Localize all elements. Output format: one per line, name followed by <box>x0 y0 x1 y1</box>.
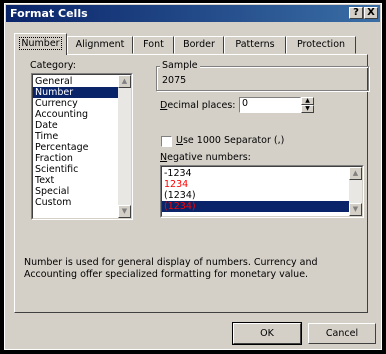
list-item[interactable]: Custom <box>33 197 118 208</box>
tab-number[interactable]: Number <box>14 33 67 55</box>
list-item[interactable]: 1234 <box>162 179 349 190</box>
list-item[interactable]: -1234 <box>162 168 349 179</box>
list-item[interactable]: (1234) <box>162 190 349 201</box>
scroll-up-icon[interactable]: ▲ <box>118 75 131 88</box>
category-label: Category: <box>30 60 76 71</box>
thousands-separator-label: Use 1000 Separator (,) <box>176 135 285 146</box>
list-item[interactable]: Date <box>33 120 118 131</box>
sample-value: 2075 <box>162 75 187 86</box>
negative-numbers-scrollbar[interactable]: ▲ ▼ <box>349 167 362 216</box>
list-item[interactable]: Fraction <box>33 153 118 164</box>
list-item[interactable]: (1234) <box>162 201 349 212</box>
list-item[interactable]: Accounting <box>33 109 118 120</box>
negative-numbers-list[interactable]: -1234 1234 (1234) (1234) ▲ ▼ <box>160 165 364 218</box>
format-cells-dialog: Format Cells ? X Number Alignment Font B… <box>4 3 382 350</box>
category-list[interactable]: General Number Currency Accounting Date … <box>31 73 133 220</box>
list-item[interactable]: Number <box>33 87 118 98</box>
title-bar[interactable]: Format Cells ? X <box>6 5 380 22</box>
tab-patterns[interactable]: Patterns <box>224 36 286 54</box>
list-item[interactable]: Time <box>33 131 118 142</box>
list-item[interactable]: Scientific <box>33 164 118 175</box>
tab-alignment[interactable]: Alignment <box>67 36 133 54</box>
scroll-down-icon[interactable]: ▼ <box>118 205 131 218</box>
thousands-separator-checkbox[interactable] <box>161 136 172 147</box>
decimal-places-label: Decimal places: <box>160 100 236 111</box>
dialog-title: Format Cells <box>10 7 88 20</box>
spin-up-icon[interactable]: ▲ <box>301 97 314 105</box>
list-item[interactable]: Currency <box>33 98 118 109</box>
tab-border[interactable]: Border <box>174 36 224 54</box>
list-item[interactable]: Percentage <box>33 142 118 153</box>
sample-label: Sample <box>160 60 200 71</box>
spin-down-icon[interactable]: ▼ <box>301 105 314 113</box>
format-description: Number is used for general display of nu… <box>24 257 318 280</box>
list-item[interactable]: General <box>33 76 118 87</box>
close-button[interactable]: X <box>364 7 378 19</box>
negative-numbers-label: Negative numbers: <box>160 152 251 163</box>
list-item[interactable]: Text <box>33 175 118 186</box>
cancel-button[interactable]: Cancel <box>308 323 376 344</box>
help-button[interactable]: ? <box>349 7 363 19</box>
scroll-up-icon[interactable]: ▲ <box>349 167 362 180</box>
category-scrollbar[interactable]: ▲ ▼ <box>118 75 131 218</box>
ok-button[interactable]: OK <box>232 322 302 345</box>
list-item[interactable]: Special <box>33 186 118 197</box>
tab-protection[interactable]: Protection <box>286 36 356 54</box>
decimal-places-spinner[interactable]: ▲ ▼ <box>301 97 314 113</box>
scroll-down-icon[interactable]: ▼ <box>349 203 362 216</box>
decimal-places-field[interactable]: 0 <box>239 97 301 113</box>
tab-font[interactable]: Font <box>133 36 174 54</box>
